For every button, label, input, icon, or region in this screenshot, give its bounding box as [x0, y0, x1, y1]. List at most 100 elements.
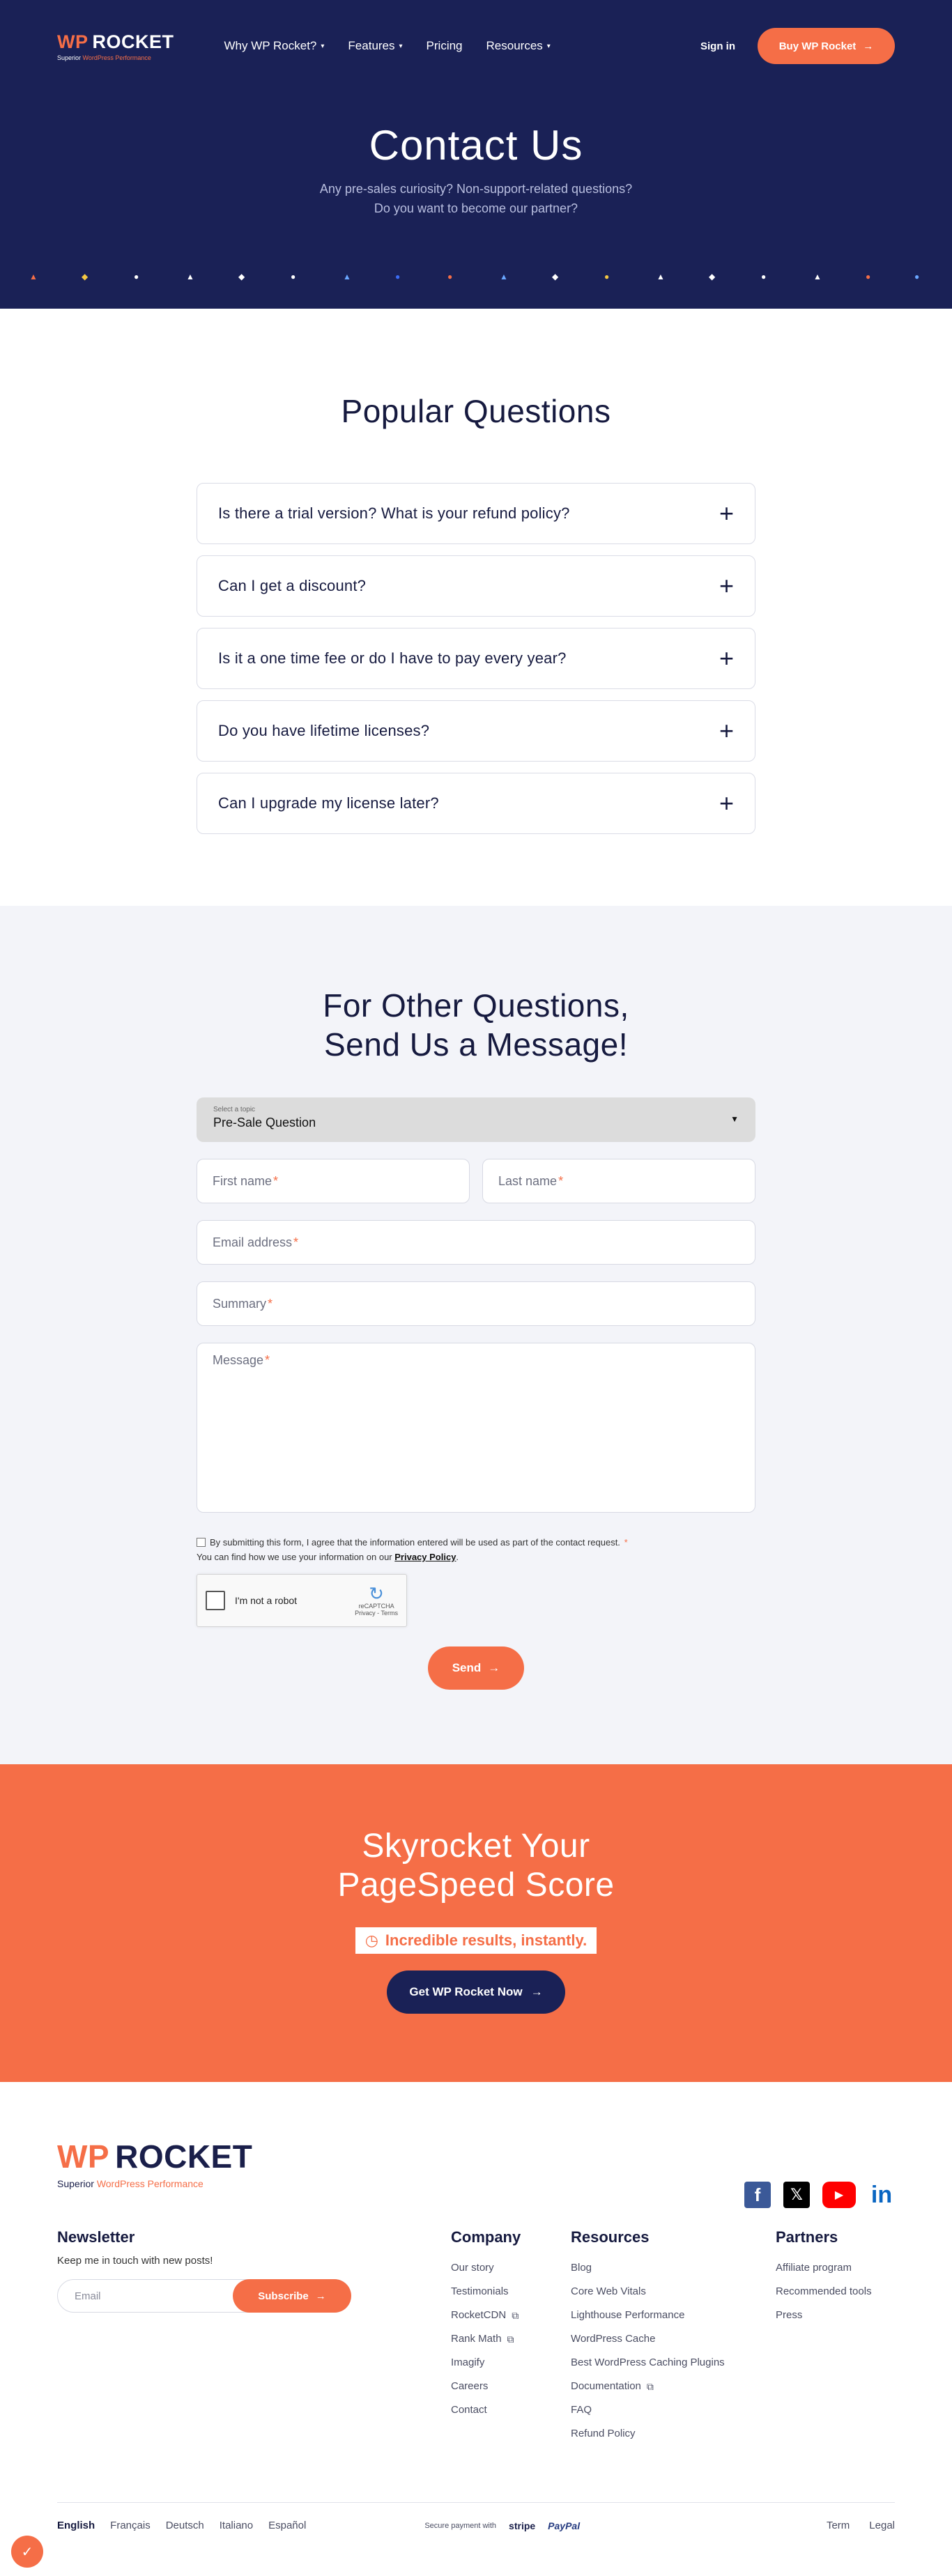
footer-link-refund-policy[interactable]: Refund Policy [571, 2422, 776, 2446]
floating-badge-icon[interactable]: ✓ [11, 2536, 43, 2568]
triangle-icon: ▲ [813, 272, 822, 281]
topic-select-label: Select a topic [213, 1106, 256, 1113]
lang-francais[interactable]: Français [110, 2520, 151, 2531]
faq-question: Is there a trial version? What is your r… [218, 504, 570, 522]
faq-section: Popular Questions Is there a trial versi… [0, 309, 952, 906]
youtube-icon[interactable]: ▶ [822, 2182, 856, 2208]
topic-select[interactable]: Select a topic Pre-Sale Question ▼ [197, 1097, 755, 1142]
linkedin-icon[interactable]: in [868, 2182, 895, 2208]
faq-item[interactable]: Can I upgrade my license later? + [197, 773, 755, 834]
dot-icon: ● [134, 272, 139, 281]
footer-partners: Partners Affiliate program Recommended t… [776, 2228, 872, 2446]
footer-company: Company Our story Testimonials RocketCDN… [451, 2228, 571, 2446]
logo-wp: WP [57, 31, 89, 52]
lang-espanol[interactable]: Español [268, 2520, 306, 2531]
footer-link-core-web-vitals[interactable]: Core Web Vitals [571, 2280, 776, 2304]
triangle-icon: ▲ [657, 272, 665, 281]
speedometer-icon: ◷ [364, 1931, 378, 1949]
footer-link-contact[interactable]: Contact [451, 2398, 571, 2422]
get-wp-rocket-button[interactable]: Get WP Rocket Now → [387, 1970, 565, 2014]
footer-link-rocketcdn[interactable]: RocketCDN ⧉ [451, 2304, 571, 2327]
arrow-right-icon: → [863, 40, 874, 52]
nav-features[interactable]: Features ▾ [348, 39, 402, 53]
footer-link-caching-plugins[interactable]: Best WordPress Caching Plugins [571, 2351, 776, 2375]
footer-link-blog[interactable]: Blog [571, 2256, 776, 2280]
footer: WP ROCKET Superior WordPress Performance… [0, 2082, 952, 2576]
plus-icon: + [719, 644, 734, 672]
footer-link-rank-math[interactable]: Rank Math ⧉ [451, 2327, 571, 2351]
footer-link-wordpress-cache[interactable]: WordPress Cache [571, 2327, 776, 2351]
footer-link-affiliate[interactable]: Affiliate program [776, 2256, 872, 2280]
diamond-icon: ◆ [82, 272, 89, 281]
faq-item[interactable]: Do you have lifetime licenses? + [197, 700, 755, 762]
lang-italiano[interactable]: Italiano [220, 2520, 253, 2531]
dot-icon: ● [291, 272, 296, 281]
dot-icon: ● [604, 272, 610, 281]
social-links: f 𝕏 ▶ in [744, 2182, 895, 2208]
privacy-policy-link[interactable]: Privacy Policy [394, 1552, 456, 1562]
newsletter-title: Newsletter [57, 2228, 135, 2246]
plus-icon: + [719, 571, 734, 600]
faq-item[interactable]: Is there a trial version? What is your r… [197, 483, 755, 544]
footer-bottom: English Français Deutsch Italiano Españo… [57, 2502, 895, 2531]
term-link[interactable]: Term [827, 2520, 850, 2531]
footer-link-imagify[interactable]: Imagify [451, 2351, 571, 2375]
footer-link-testimonials[interactable]: Testimonials [451, 2280, 571, 2304]
email-field[interactable]: Email address * [197, 1220, 755, 1265]
faq-title: Popular Questions [341, 393, 611, 429]
last-name-field[interactable]: Last name * [482, 1159, 755, 1203]
consent-block: By submitting this form, I agree that th… [197, 1537, 628, 1562]
recaptcha-icon: ↻ [369, 1583, 384, 1604]
cta-title: Skyrocket Your PageSpeed Score [337, 1828, 615, 1904]
message-field[interactable]: Message * [197, 1343, 755, 1513]
newsletter: Newsletter Keep me in touch with new pos… [57, 2228, 451, 2446]
sign-in-link[interactable]: Sign in [700, 40, 735, 52]
consent-checkbox[interactable] [197, 1538, 206, 1547]
footer-link-press[interactable]: Press [776, 2304, 872, 2327]
footer-link-documentation[interactable]: Documentation ⧉ [571, 2375, 776, 2398]
x-icon[interactable]: 𝕏 [783, 2182, 810, 2208]
chevron-down-icon: ▾ [321, 42, 325, 50]
plus-icon: + [719, 789, 734, 817]
send-button[interactable]: Send → [428, 1646, 524, 1690]
first-name-field[interactable]: First name * [197, 1159, 470, 1203]
dot-icon: ● [447, 272, 453, 281]
chevron-down-icon: ▾ [399, 42, 403, 50]
nav-resources[interactable]: Resources ▾ [486, 39, 551, 53]
recaptcha-widget: I'm not a robot ↻ reCAPTCHA Privacy - Te… [197, 1574, 407, 1627]
footer-resources: Resources Blog Core Web Vitals Lighthous… [571, 2228, 776, 2446]
contact-form: Select a topic Pre-Sale Question ▼ First… [197, 1097, 755, 1690]
summary-field[interactable]: Summary * [197, 1281, 755, 1326]
main-menu: Why WP Rocket? ▾ Features ▾ Pricing Reso… [224, 39, 551, 53]
site-logo[interactable]: WP ROCKET Superior WordPress Performance [57, 31, 174, 61]
nav-pricing[interactable]: Pricing [427, 39, 463, 53]
recaptcha-terms[interactable]: Privacy - Terms [355, 1610, 398, 1617]
lang-deutsch[interactable]: Deutsch [166, 2520, 204, 2531]
stripe-logo: stripe [509, 2520, 536, 2531]
subscribe-button[interactable]: Subscribe → [233, 2279, 351, 2313]
secure-payment: Secure payment with stripe PayPal [424, 2520, 581, 2531]
faq-item[interactable]: Can I get a discount? + [197, 555, 755, 617]
diamond-icon: ◆ [709, 272, 716, 281]
diamond-icon: ◆ [238, 272, 245, 281]
faq-item[interactable]: Is it a one time fee or do I have to pay… [197, 628, 755, 689]
facebook-icon[interactable]: f [744, 2182, 771, 2208]
footer-link-recommended-tools[interactable]: Recommended tools [776, 2280, 872, 2304]
legal-link[interactable]: Legal [869, 2520, 895, 2531]
caret-down-icon: ▼ [730, 1114, 739, 1124]
faq-question: Is it a one time fee or do I have to pay… [218, 649, 567, 667]
cta-section: Skyrocket Your PageSpeed Score ◷ Incredi… [0, 1764, 952, 2082]
footer-link-lighthouse[interactable]: Lighthouse Performance [571, 2304, 776, 2327]
footer-link-careers[interactable]: Careers [451, 2375, 571, 2398]
dot-icon: ● [761, 272, 767, 281]
buy-wp-rocket-button[interactable]: Buy WP Rocket → [758, 28, 895, 64]
footer-link-our-story[interactable]: Our story [451, 2256, 571, 2280]
arrow-right-icon: → [315, 2290, 326, 2302]
language-switcher: English Français Deutsch Italiano Españo… [57, 2520, 306, 2531]
footer-link-faq[interactable]: FAQ [571, 2398, 776, 2422]
nav-why-wp-rocket[interactable]: Why WP Rocket? ▾ [224, 39, 325, 53]
paypal-logo: PayPal [548, 2520, 581, 2531]
recaptcha-checkbox[interactable] [206, 1591, 225, 1610]
lang-english[interactable]: English [57, 2520, 95, 2531]
consent-text: By submitting this form, I agree that th… [210, 1537, 620, 1548]
